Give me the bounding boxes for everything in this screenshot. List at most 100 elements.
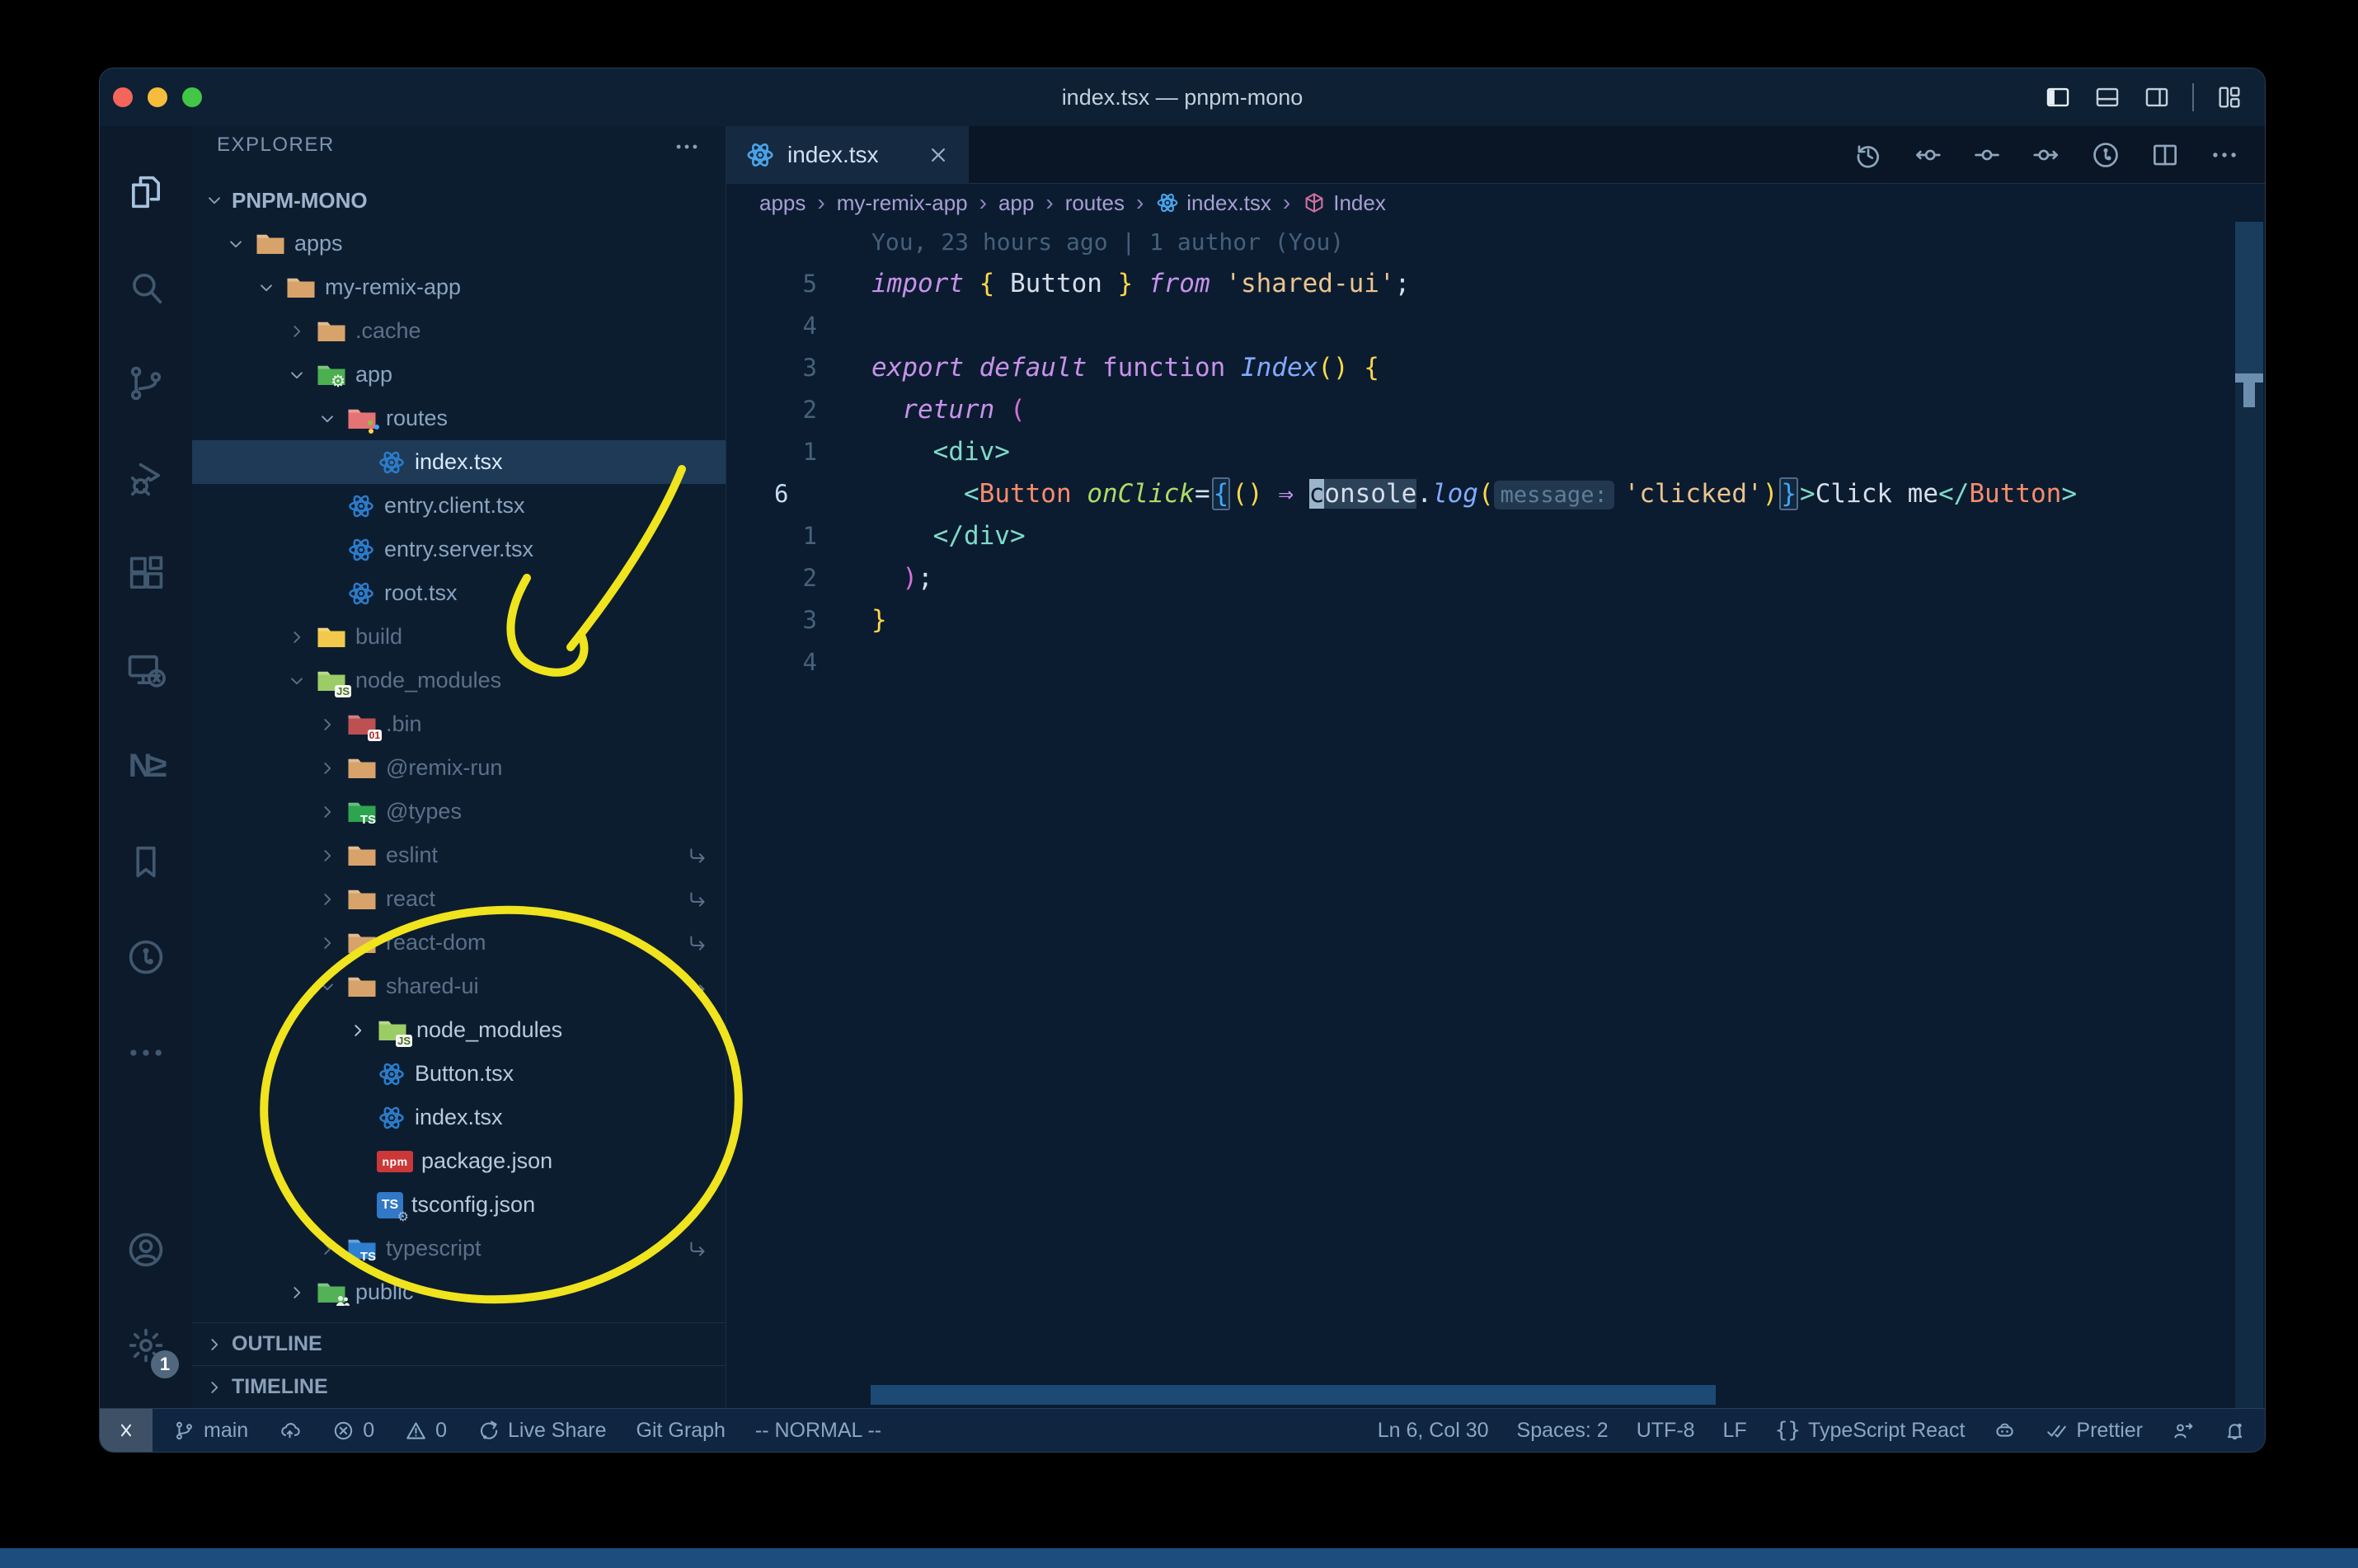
horizontal-scrollbar[interactable] [871, 1385, 1716, 1405]
scrollbar-marker [2235, 373, 2263, 383]
toggle-secondary-sidebar-button[interactable] [2143, 83, 2171, 111]
activity-bar-remote-explorer[interactable] [100, 622, 192, 718]
breadcrumb-my-remix-app[interactable]: my-remix-app [837, 190, 968, 216]
explorer-more-actions-button[interactable] [673, 129, 701, 162]
status-feedback[interactable] [2171, 1409, 2195, 1452]
tree-item-label: index.tsx [415, 1105, 503, 1129]
breadcrumbs: apps › my-remix-app › app › routes › index.tsx › I… [726, 184, 2265, 222]
gitlens-icon [129, 940, 163, 974]
tree-item-@remix-run[interactable]: @remix-run [192, 746, 726, 790]
tree-item-Button.tsx[interactable]: Button.tsx [192, 1052, 726, 1096]
tab-index-tsx[interactable]: index.tsx [726, 125, 969, 184]
activity-bar-extensions[interactable] [100, 527, 192, 622]
timeline-history-button[interactable] [1853, 139, 1884, 171]
tree-item-.cache[interactable]: .cache [192, 309, 726, 353]
tab-close-icon[interactable] [926, 143, 951, 167]
status-publish-changes[interactable] [278, 1409, 302, 1452]
change-node-button[interactable] [1971, 139, 2003, 171]
status-live-share[interactable]: Live Share [477, 1409, 607, 1452]
vertical-scrollbar[interactable] [2235, 222, 2263, 1408]
breadcrumb-routes[interactable]: routes [1065, 190, 1125, 216]
tsconfig-icon: TS ⚙ [377, 1191, 409, 1224]
status-cursor-position[interactable]: Ln 6, Col 30 [1378, 1409, 1489, 1452]
split-editor-button[interactable] [2149, 139, 2181, 171]
tree-item-package.json[interactable]: npm package.json [192, 1139, 726, 1183]
line-number: 6 [774, 480, 789, 508]
activity-bar-run-and-debug[interactable] [100, 431, 192, 527]
status-errors[interactable]: 0 [331, 1409, 374, 1452]
section-outline[interactable]: OUTLINE [192, 1322, 726, 1365]
status-notifications[interactable] [2223, 1409, 2247, 1452]
gitlens-graph-button[interactable] [2090, 139, 2121, 171]
tree-item-index.tsx[interactable]: index.tsx [192, 440, 726, 484]
tree-item-apps[interactable]: apps [192, 222, 726, 265]
code-area[interactable]: You, 23 hours ago | 1 author (You) 5 impo… [726, 222, 2265, 1408]
tree-item-label: node_modules [416, 1017, 563, 1042]
breadcrumb-Index[interactable]: Index [1302, 190, 1386, 216]
window-minimize-button[interactable] [148, 87, 167, 107]
tree-item-app[interactable]: ⚙ app [192, 353, 726, 397]
status-encoding[interactable]: UTF-8 [1637, 1409, 1695, 1452]
next-change-button[interactable] [2031, 139, 2062, 171]
breadcrumb-app[interactable]: app [998, 190, 1034, 216]
window-close-button[interactable] [113, 87, 133, 107]
tree-item-eslint[interactable]: eslint [192, 833, 726, 877]
tree-item-public[interactable]: public [192, 1270, 726, 1314]
tree-item-build[interactable]: build [192, 615, 726, 659]
customize-layout-button[interactable] [2215, 83, 2243, 111]
js-badge: JS [396, 1034, 412, 1047]
tree-item-.bin[interactable]: 01 .bin [192, 702, 726, 746]
tree-item-entry.client.tsx[interactable]: entry.client.tsx [192, 484, 726, 528]
tree-item-react-dom[interactable]: react-dom [192, 921, 726, 965]
tree-item-node_modules[interactable]: JS node_modules [192, 1008, 726, 1052]
status-warnings[interactable]: 0 [404, 1409, 447, 1452]
tree-item-tsconfig.json[interactable]: TS ⚙ tsconfig.json [192, 1183, 726, 1227]
bottom-strip [0, 1548, 2358, 1568]
scrollbar-thumb[interactable] [2235, 222, 2263, 375]
activity-bar-gitlens[interactable] [100, 909, 192, 1005]
toggle-panel-button[interactable] [2093, 83, 2121, 111]
breadcrumb-apps[interactable]: apps [759, 190, 806, 216]
activity-bar-accounts[interactable] [100, 1202, 192, 1298]
tree-item-node_modules[interactable]: JS node_modules [192, 659, 726, 702]
status-git-graph[interactable]: Git Graph [636, 1409, 726, 1452]
tree-item-label: react-dom [386, 930, 486, 955]
code-line: 4 [726, 641, 2265, 683]
previous-change-button[interactable] [1912, 139, 1943, 171]
activity-bar-explorer[interactable] [100, 144, 192, 240]
tree-item-entry.server.tsx[interactable]: entry.server.tsx [192, 528, 726, 571]
status-language-mode[interactable]: {} TypeScript React [1775, 1409, 1966, 1452]
project-section-header[interactable]: PNPM-MONO [192, 179, 726, 222]
activity-bar-nx-console[interactable]: N≥ [100, 718, 192, 814]
breadcrumb-index.tsx[interactable]: index.tsx [1155, 190, 1271, 216]
activity-bar-search[interactable] [100, 240, 192, 336]
file-tree: apps my-remix-app .cache ⚙ app routes index.ts… [192, 222, 726, 1314]
activity-bar-source-control[interactable] [100, 336, 192, 431]
activity-bar-bookmarks[interactable] [100, 814, 192, 909]
section-timeline[interactable]: TIMELINE [192, 1365, 726, 1408]
activity-bar-manage[interactable]: 1 [100, 1298, 192, 1393]
tree-item-my-remix-app[interactable]: my-remix-app [192, 265, 726, 309]
tree-item-routes[interactable]: routes [192, 397, 726, 440]
code-line: 5 import { Button } from 'shared-ui'; [726, 263, 2265, 305]
more-actions-button[interactable] [2209, 139, 2240, 171]
tree-item-@types[interactable]: TS @types [192, 790, 726, 833]
status-indentation[interactable]: Spaces: 2 [1517, 1409, 1609, 1452]
tree-item-typescript[interactable]: TS typescript [192, 1227, 726, 1270]
status-git-branch[interactable]: main [172, 1409, 248, 1452]
status-vim-mode[interactable]: -- NORMAL -- [755, 1409, 881, 1452]
tree-item-root.tsx[interactable]: root.tsx [192, 571, 726, 615]
tree-item-index.tsx[interactable]: index.tsx [192, 1096, 726, 1139]
tree-item-react[interactable]: react [192, 877, 726, 921]
window-zoom-button[interactable] [182, 87, 202, 107]
section-label: OUTLINE [232, 1332, 322, 1355]
toggle-panel-icon [2096, 87, 2119, 107]
toggle-primary-sidebar-button[interactable] [2044, 83, 2072, 111]
status-prettier[interactable]: Prettier [2045, 1409, 2143, 1452]
status-copilot[interactable] [1993, 1409, 2017, 1452]
chevron-right-icon [211, 1381, 218, 1393]
status-eol[interactable]: LF [1723, 1409, 1747, 1452]
activity-bar-additional-views[interactable] [100, 1005, 192, 1101]
tree-item-shared-ui[interactable]: shared-ui [192, 965, 726, 1008]
status-remote-indicator[interactable] [100, 1409, 153, 1452]
